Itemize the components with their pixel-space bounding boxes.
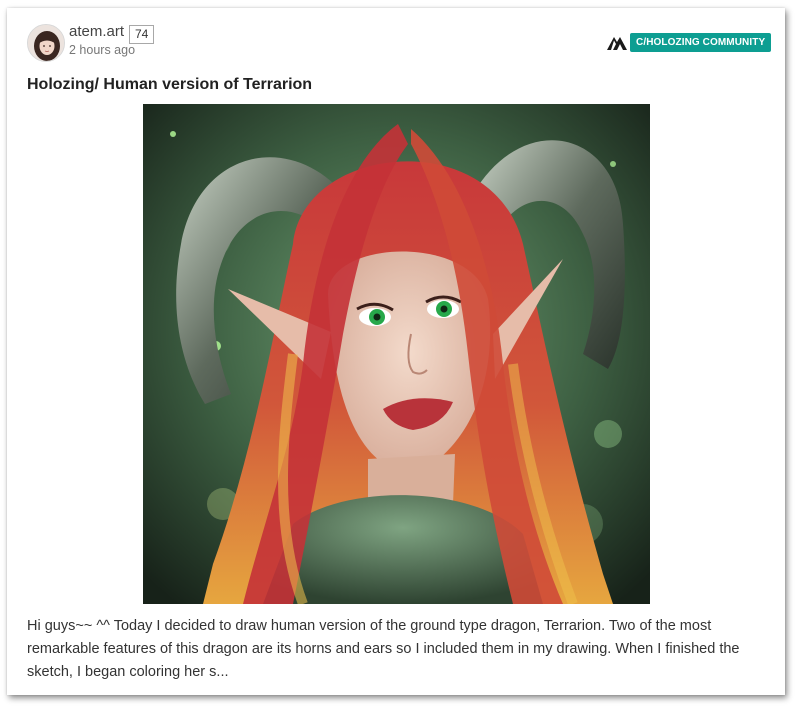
- reputation-badge: 74: [129, 25, 155, 44]
- author-name[interactable]: atem.art: [69, 23, 124, 40]
- post-timestamp[interactable]: 2 hours ago: [69, 43, 135, 57]
- post-image[interactable]: [143, 104, 650, 604]
- avatar[interactable]: [27, 24, 65, 62]
- post-excerpt[interactable]: Hi guys~~ ^^ Today I decided to draw hum…: [27, 615, 769, 684]
- post-card: atem.art 74 2 hours ago C/HOLOZING COMMU…: [7, 8, 785, 695]
- holozing-logo-icon[interactable]: [606, 35, 628, 51]
- post-title[interactable]: Holozing/ Human version of Terrarion: [27, 76, 312, 94]
- community-tag[interactable]: C/HOLOZING COMMUNITY: [630, 33, 772, 52]
